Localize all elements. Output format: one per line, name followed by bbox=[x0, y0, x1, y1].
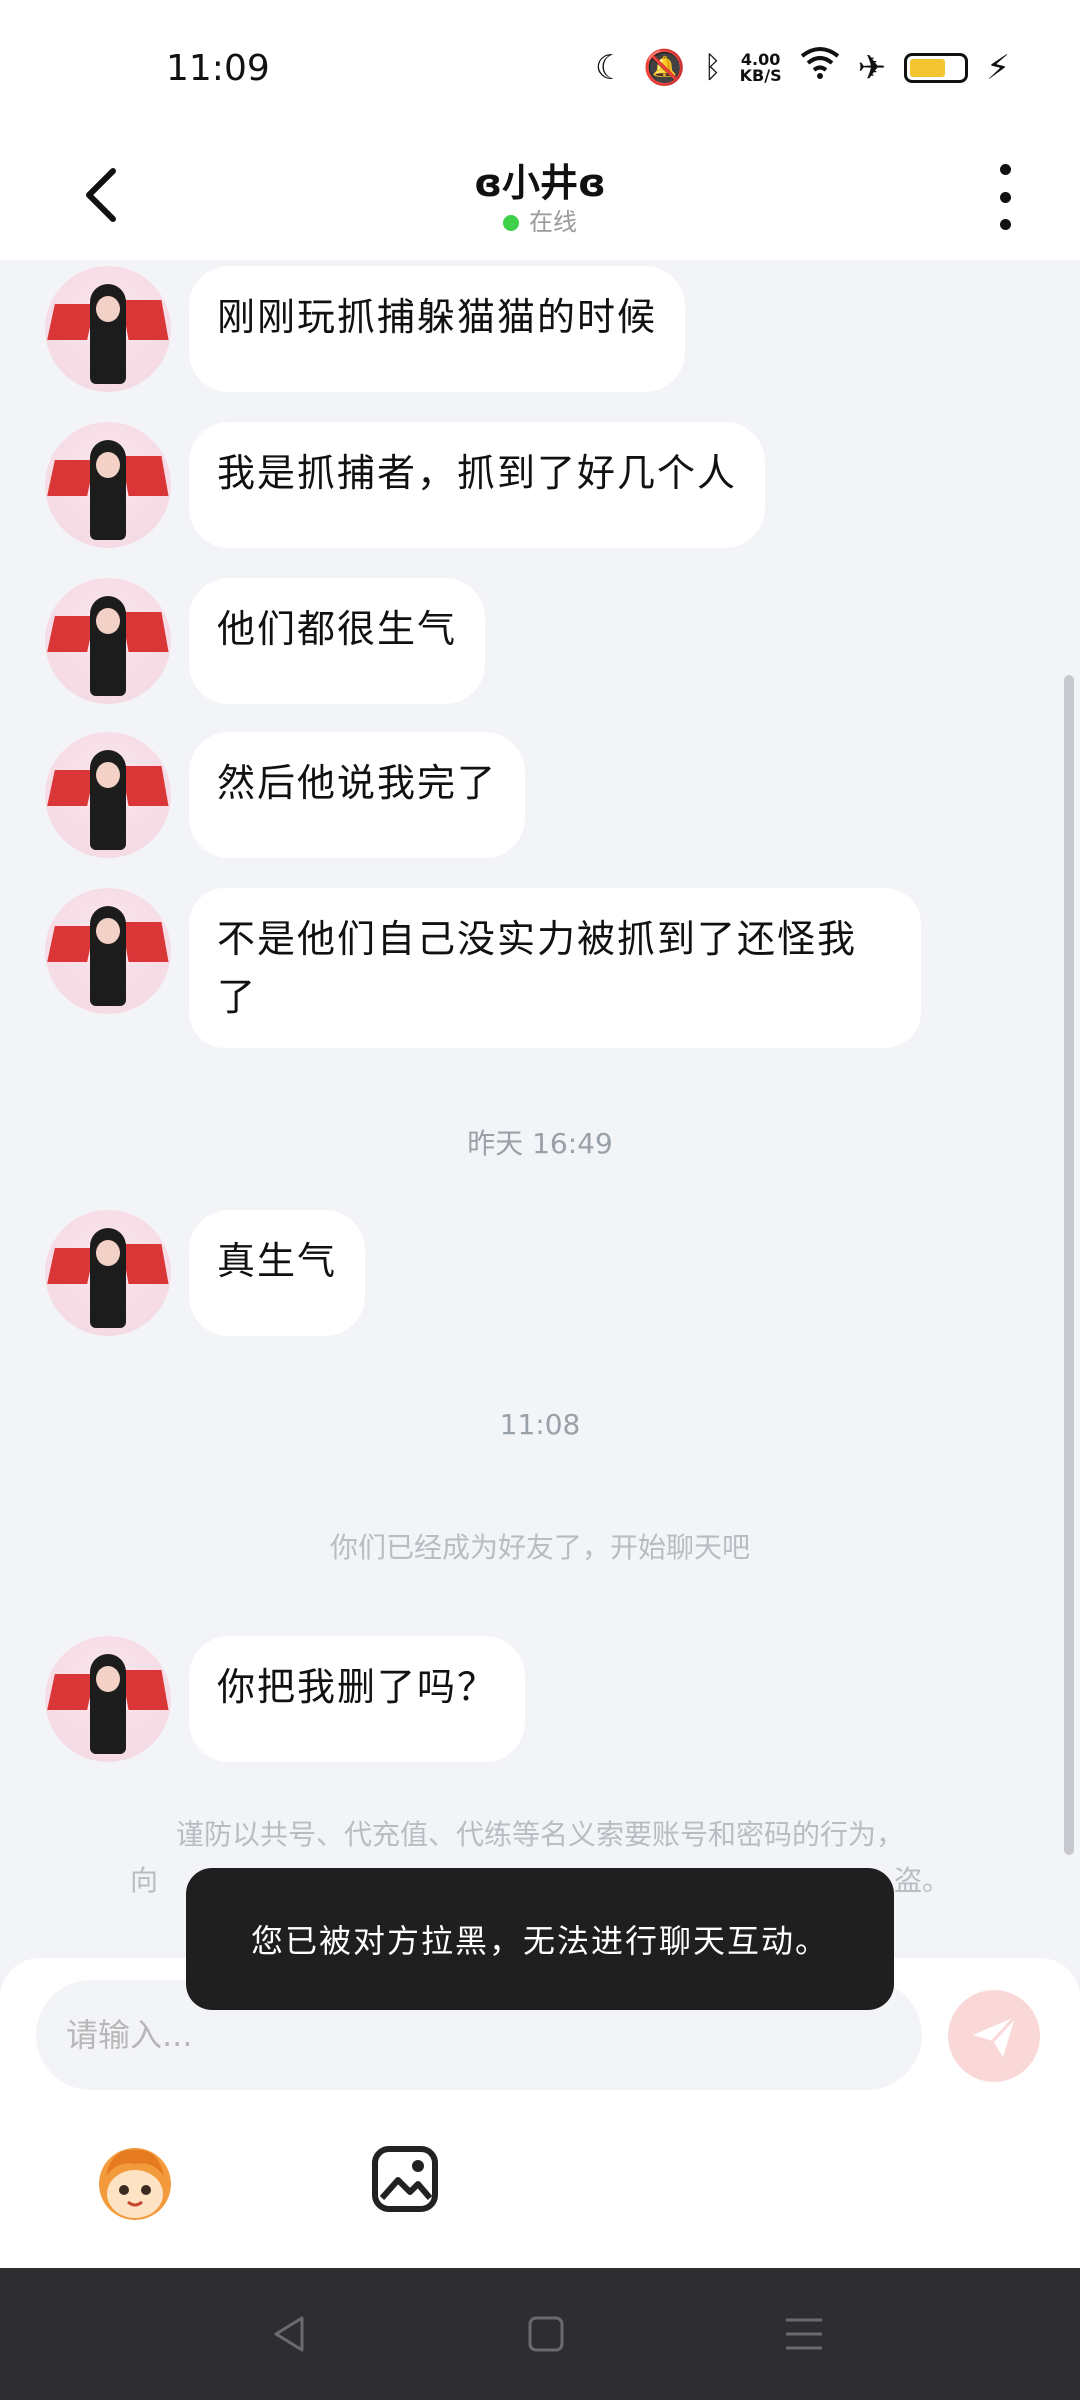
message-bubble[interactable]: 不是他们自己没实力被抓到了还怪我了 bbox=[189, 888, 921, 1048]
message-row: 刚刚玩抓捕躲猫猫的时候 bbox=[45, 266, 686, 392]
emoji-icon bbox=[99, 2148, 171, 2220]
mute-icon: 🔕 bbox=[643, 47, 686, 88]
send-button[interactable] bbox=[948, 1990, 1040, 2082]
more-button[interactable] bbox=[990, 164, 1020, 230]
network-speed: 4.00 KB/S bbox=[739, 49, 782, 85]
nav-home-icon bbox=[528, 2316, 564, 2352]
chat-area[interactable]: 刚刚玩抓捕躲猫猫的时候 我是抓捕者，抓到了好几个人 他们都很生气 然后他说我完了… bbox=[0, 260, 1080, 1960]
timestamp-today: 11:08 bbox=[499, 1408, 581, 1441]
system-nav-bar bbox=[0, 2268, 1080, 2400]
status-time: 11:09 bbox=[166, 48, 270, 89]
airplane-icon: ✈ bbox=[857, 47, 887, 88]
message-bubble[interactable]: 真生气 bbox=[189, 1210, 366, 1336]
nav-menu-icon bbox=[786, 2318, 822, 2350]
online-dot-icon bbox=[503, 215, 519, 231]
status-icons: ☾ 🔕 ᛒ 4.00 KB/S ✈ ⚡ bbox=[595, 46, 1010, 89]
blocked-toast: 您已被对方拉黑，无法进行聊天互动。 bbox=[186, 1868, 894, 2010]
nav-recents-button[interactable] bbox=[782, 2312, 826, 2356]
message-bubble[interactable]: 我是抓捕者，抓到了好几个人 bbox=[189, 422, 766, 548]
nav-back-button[interactable] bbox=[268, 2312, 312, 2356]
message-bubble[interactable]: 你把我删了吗？ bbox=[189, 1636, 526, 1762]
message-bubble[interactable]: 刚刚玩抓捕躲猫猫的时候 bbox=[189, 266, 686, 392]
charging-icon: ⚡ bbox=[986, 47, 1010, 88]
timestamp-yesterday: 昨天 16:49 bbox=[467, 1127, 613, 1160]
message-row: 不是他们自己没实力被抓到了还怪我了 bbox=[45, 888, 921, 1048]
status-bar: 11:09 ☾ 🔕 ᛒ 4.00 KB/S ✈ ⚡ bbox=[0, 0, 1080, 130]
contact-name: ɞ小井ɞ bbox=[474, 161, 606, 205]
bluetooth-icon: ᛒ bbox=[703, 50, 722, 85]
avatar[interactable] bbox=[45, 578, 171, 704]
chat-scrollbar[interactable] bbox=[1064, 675, 1074, 1855]
system-message: 你们已经成为好友了，开始聊天吧 bbox=[329, 1531, 750, 1564]
message-row: 然后他说我完了 bbox=[45, 732, 526, 858]
message-row: 你把我删了吗？ bbox=[45, 1636, 526, 1762]
avatar[interactable] bbox=[45, 266, 171, 392]
online-status: 在线 bbox=[0, 202, 1080, 237]
avatar[interactable] bbox=[45, 422, 171, 548]
message-row: 真生气 bbox=[45, 1210, 366, 1336]
avatar[interactable] bbox=[45, 1636, 171, 1762]
send-icon bbox=[973, 2015, 1017, 2057]
more-vertical-icon bbox=[999, 164, 1011, 175]
message-row: 我是抓捕者，抓到了好几个人 bbox=[45, 422, 766, 548]
avatar[interactable] bbox=[45, 888, 171, 1014]
wifi-icon bbox=[800, 46, 840, 89]
moon-icon: ☾ bbox=[594, 47, 626, 88]
nav-home-button[interactable] bbox=[524, 2312, 568, 2356]
battery-icon bbox=[904, 52, 969, 83]
message-row: 他们都很生气 bbox=[45, 578, 486, 704]
avatar[interactable] bbox=[45, 1210, 171, 1336]
message-bubble[interactable]: 他们都很生气 bbox=[189, 578, 486, 704]
image-icon bbox=[372, 2146, 438, 2212]
chat-header: ɞ小井ɞ 在线 bbox=[0, 130, 1080, 260]
emoji-button[interactable] bbox=[92, 2140, 178, 2226]
nav-back-icon bbox=[274, 2316, 304, 2352]
avatar[interactable] bbox=[45, 732, 171, 858]
image-button[interactable] bbox=[370, 2144, 440, 2214]
message-bubble[interactable]: 然后他说我完了 bbox=[189, 732, 526, 858]
